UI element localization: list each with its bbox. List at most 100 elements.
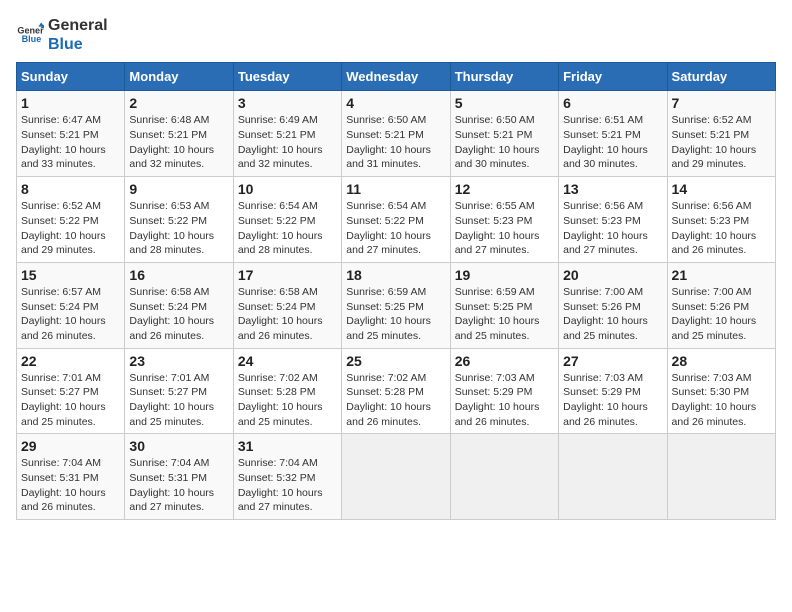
day-info: Sunrise: 6:53 AMSunset: 5:22 PMDaylight:… bbox=[129, 200, 214, 256]
week-row-3: 15 Sunrise: 6:57 AMSunset: 5:24 PMDaylig… bbox=[17, 262, 776, 348]
day-number: 2 bbox=[129, 95, 228, 111]
day-cell: 30 Sunrise: 7:04 AMSunset: 5:31 PMDaylig… bbox=[125, 434, 233, 520]
day-info: Sunrise: 6:57 AMSunset: 5:24 PMDaylight:… bbox=[21, 286, 106, 342]
week-row-5: 29 Sunrise: 7:04 AMSunset: 5:31 PMDaylig… bbox=[17, 434, 776, 520]
day-cell: 2 Sunrise: 6:48 AMSunset: 5:21 PMDayligh… bbox=[125, 91, 233, 177]
day-info: Sunrise: 6:52 AMSunset: 5:21 PMDaylight:… bbox=[672, 114, 757, 170]
day-cell: 18 Sunrise: 6:59 AMSunset: 5:25 PMDaylig… bbox=[342, 262, 450, 348]
day-number: 4 bbox=[346, 95, 445, 111]
day-cell: 21 Sunrise: 7:00 AMSunset: 5:26 PMDaylig… bbox=[667, 262, 775, 348]
day-info: Sunrise: 7:01 AMSunset: 5:27 PMDaylight:… bbox=[21, 372, 106, 428]
day-info: Sunrise: 6:55 AMSunset: 5:23 PMDaylight:… bbox=[455, 200, 540, 256]
header-wednesday: Wednesday bbox=[342, 63, 450, 91]
day-info: Sunrise: 7:04 AMSunset: 5:31 PMDaylight:… bbox=[21, 457, 106, 513]
day-info: Sunrise: 6:59 AMSunset: 5:25 PMDaylight:… bbox=[455, 286, 540, 342]
day-number: 8 bbox=[21, 181, 120, 197]
day-number: 13 bbox=[563, 181, 662, 197]
day-number: 16 bbox=[129, 267, 228, 283]
day-number: 10 bbox=[238, 181, 337, 197]
day-info: Sunrise: 6:56 AMSunset: 5:23 PMDaylight:… bbox=[563, 200, 648, 256]
day-cell bbox=[342, 434, 450, 520]
logo-icon: General Blue bbox=[16, 21, 44, 49]
day-cell: 27 Sunrise: 7:03 AMSunset: 5:29 PMDaylig… bbox=[559, 348, 667, 434]
day-cell: 3 Sunrise: 6:49 AMSunset: 5:21 PMDayligh… bbox=[233, 91, 341, 177]
day-number: 17 bbox=[238, 267, 337, 283]
day-cell: 14 Sunrise: 6:56 AMSunset: 5:23 PMDaylig… bbox=[667, 177, 775, 263]
day-cell: 11 Sunrise: 6:54 AMSunset: 5:22 PMDaylig… bbox=[342, 177, 450, 263]
day-number: 22 bbox=[21, 353, 120, 369]
day-cell bbox=[559, 434, 667, 520]
day-number: 23 bbox=[129, 353, 228, 369]
day-info: Sunrise: 7:02 AMSunset: 5:28 PMDaylight:… bbox=[238, 372, 323, 428]
day-number: 1 bbox=[21, 95, 120, 111]
day-cell: 8 Sunrise: 6:52 AMSunset: 5:22 PMDayligh… bbox=[17, 177, 125, 263]
day-cell: 29 Sunrise: 7:04 AMSunset: 5:31 PMDaylig… bbox=[17, 434, 125, 520]
day-number: 31 bbox=[238, 438, 337, 454]
header-saturday: Saturday bbox=[667, 63, 775, 91]
day-info: Sunrise: 6:56 AMSunset: 5:23 PMDaylight:… bbox=[672, 200, 757, 256]
header-tuesday: Tuesday bbox=[233, 63, 341, 91]
day-cell: 5 Sunrise: 6:50 AMSunset: 5:21 PMDayligh… bbox=[450, 91, 558, 177]
day-cell: 4 Sunrise: 6:50 AMSunset: 5:21 PMDayligh… bbox=[342, 91, 450, 177]
day-cell: 1 Sunrise: 6:47 AMSunset: 5:21 PMDayligh… bbox=[17, 91, 125, 177]
header-friday: Friday bbox=[559, 63, 667, 91]
day-info: Sunrise: 6:48 AMSunset: 5:21 PMDaylight:… bbox=[129, 114, 214, 170]
calendar-body: 1 Sunrise: 6:47 AMSunset: 5:21 PMDayligh… bbox=[17, 91, 776, 520]
day-number: 27 bbox=[563, 353, 662, 369]
day-info: Sunrise: 7:04 AMSunset: 5:31 PMDaylight:… bbox=[129, 457, 214, 513]
week-row-4: 22 Sunrise: 7:01 AMSunset: 5:27 PMDaylig… bbox=[17, 348, 776, 434]
day-cell: 16 Sunrise: 6:58 AMSunset: 5:24 PMDaylig… bbox=[125, 262, 233, 348]
logo: General Blue General Blue bbox=[16, 16, 108, 54]
day-number: 25 bbox=[346, 353, 445, 369]
day-number: 5 bbox=[455, 95, 554, 111]
calendar-header-row: SundayMondayTuesdayWednesdayThursdayFrid… bbox=[17, 63, 776, 91]
day-info: Sunrise: 6:49 AMSunset: 5:21 PMDaylight:… bbox=[238, 114, 323, 170]
day-number: 7 bbox=[672, 95, 771, 111]
day-number: 30 bbox=[129, 438, 228, 454]
day-info: Sunrise: 7:04 AMSunset: 5:32 PMDaylight:… bbox=[238, 457, 323, 513]
day-info: Sunrise: 7:00 AMSunset: 5:26 PMDaylight:… bbox=[563, 286, 648, 342]
day-info: Sunrise: 6:51 AMSunset: 5:21 PMDaylight:… bbox=[563, 114, 648, 170]
day-cell: 6 Sunrise: 6:51 AMSunset: 5:21 PMDayligh… bbox=[559, 91, 667, 177]
day-number: 18 bbox=[346, 267, 445, 283]
day-info: Sunrise: 7:03 AMSunset: 5:30 PMDaylight:… bbox=[672, 372, 757, 428]
day-cell: 28 Sunrise: 7:03 AMSunset: 5:30 PMDaylig… bbox=[667, 348, 775, 434]
day-info: Sunrise: 6:58 AMSunset: 5:24 PMDaylight:… bbox=[129, 286, 214, 342]
day-info: Sunrise: 6:50 AMSunset: 5:21 PMDaylight:… bbox=[346, 114, 431, 170]
day-cell: 15 Sunrise: 6:57 AMSunset: 5:24 PMDaylig… bbox=[17, 262, 125, 348]
day-cell bbox=[667, 434, 775, 520]
logo-text-blue: Blue bbox=[48, 35, 108, 54]
day-cell: 7 Sunrise: 6:52 AMSunset: 5:21 PMDayligh… bbox=[667, 91, 775, 177]
day-cell: 31 Sunrise: 7:04 AMSunset: 5:32 PMDaylig… bbox=[233, 434, 341, 520]
day-cell: 13 Sunrise: 6:56 AMSunset: 5:23 PMDaylig… bbox=[559, 177, 667, 263]
day-cell: 20 Sunrise: 7:00 AMSunset: 5:26 PMDaylig… bbox=[559, 262, 667, 348]
day-info: Sunrise: 7:02 AMSunset: 5:28 PMDaylight:… bbox=[346, 372, 431, 428]
day-cell bbox=[450, 434, 558, 520]
day-info: Sunrise: 6:52 AMSunset: 5:22 PMDaylight:… bbox=[21, 200, 106, 256]
day-info: Sunrise: 7:03 AMSunset: 5:29 PMDaylight:… bbox=[563, 372, 648, 428]
week-row-1: 1 Sunrise: 6:47 AMSunset: 5:21 PMDayligh… bbox=[17, 91, 776, 177]
day-number: 9 bbox=[129, 181, 228, 197]
day-cell: 23 Sunrise: 7:01 AMSunset: 5:27 PMDaylig… bbox=[125, 348, 233, 434]
day-info: Sunrise: 7:03 AMSunset: 5:29 PMDaylight:… bbox=[455, 372, 540, 428]
header-sunday: Sunday bbox=[17, 63, 125, 91]
day-number: 19 bbox=[455, 267, 554, 283]
day-cell: 24 Sunrise: 7:02 AMSunset: 5:28 PMDaylig… bbox=[233, 348, 341, 434]
svg-text:Blue: Blue bbox=[22, 34, 42, 44]
day-cell: 12 Sunrise: 6:55 AMSunset: 5:23 PMDaylig… bbox=[450, 177, 558, 263]
day-info: Sunrise: 6:47 AMSunset: 5:21 PMDaylight:… bbox=[21, 114, 106, 170]
day-info: Sunrise: 6:54 AMSunset: 5:22 PMDaylight:… bbox=[346, 200, 431, 256]
day-cell: 25 Sunrise: 7:02 AMSunset: 5:28 PMDaylig… bbox=[342, 348, 450, 434]
day-info: Sunrise: 7:01 AMSunset: 5:27 PMDaylight:… bbox=[129, 372, 214, 428]
day-number: 26 bbox=[455, 353, 554, 369]
day-number: 28 bbox=[672, 353, 771, 369]
day-info: Sunrise: 7:00 AMSunset: 5:26 PMDaylight:… bbox=[672, 286, 757, 342]
calendar-table: SundayMondayTuesdayWednesdayThursdayFrid… bbox=[16, 62, 776, 520]
day-info: Sunrise: 6:54 AMSunset: 5:22 PMDaylight:… bbox=[238, 200, 323, 256]
day-cell: 17 Sunrise: 6:58 AMSunset: 5:24 PMDaylig… bbox=[233, 262, 341, 348]
header: General Blue General Blue bbox=[16, 16, 776, 54]
day-number: 6 bbox=[563, 95, 662, 111]
week-row-2: 8 Sunrise: 6:52 AMSunset: 5:22 PMDayligh… bbox=[17, 177, 776, 263]
day-info: Sunrise: 6:59 AMSunset: 5:25 PMDaylight:… bbox=[346, 286, 431, 342]
logo-text-general: General bbox=[48, 16, 108, 35]
